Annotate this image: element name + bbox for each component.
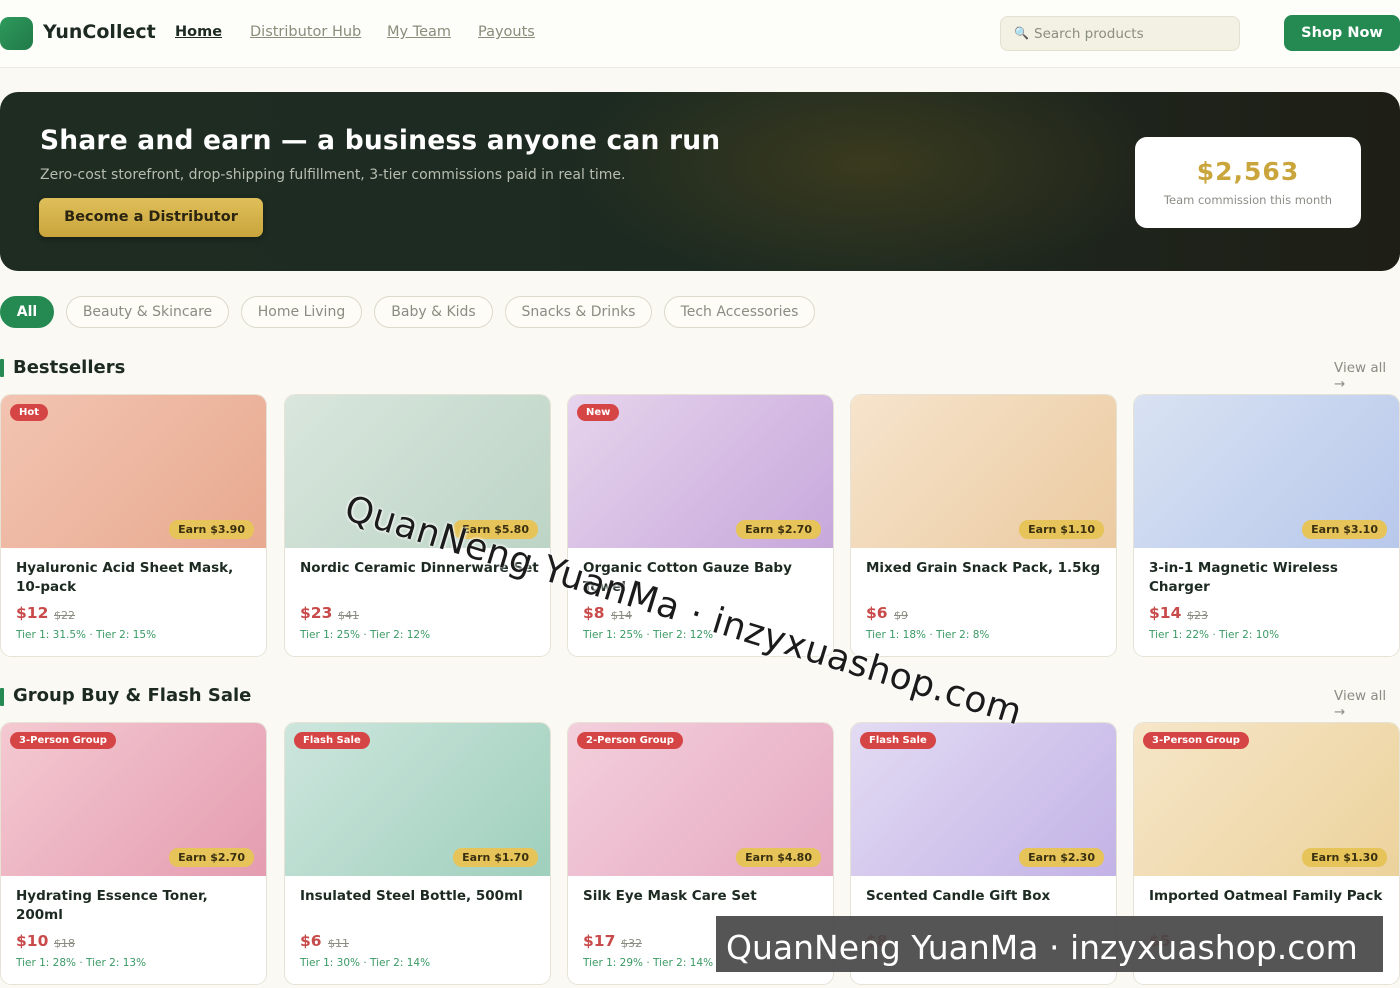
commission-tiers: Tier 1: 30% · Tier 2: 14% <box>300 957 431 969</box>
nav-distributor-hub[interactable]: Distributor Hub <box>250 24 361 40</box>
section-accent-bar <box>0 359 4 377</box>
search-icon: 🔍 <box>1014 26 1029 40</box>
product-card[interactable]: New Earn $2.70 Organic Cotton Gauze Baby T… <box>567 394 834 657</box>
original-price: $41 <box>338 609 359 622</box>
category-all[interactable]: All <box>0 296 54 328</box>
commission-tiers: Tier 1: 25% · Tier 2: 12% <box>300 629 431 641</box>
product-name[interactable]: 3-in-1 Magnetic Wireless Charger <box>1149 559 1389 597</box>
earn-badge: Earn $5.80 <box>453 520 538 539</box>
hero-subtitle: Zero-cost storefront, drop-shipping fulf… <box>40 167 626 183</box>
bestsellers-title: Bestsellers <box>13 357 126 378</box>
earn-badge: Earn $1.10 <box>1019 520 1104 539</box>
product-card[interactable]: Earn $5.80 Nordic Ceramic Dinnerware Set $… <box>284 394 551 657</box>
product-name[interactable]: Insulated Steel Bottle, 500ml <box>300 887 540 906</box>
become-distributor-button[interactable]: Become a Distributor <box>39 198 263 237</box>
commission-tiers: Tier 1: 18% · Tier 2: 8% <box>866 629 990 641</box>
nav-home[interactable]: Home <box>175 24 222 40</box>
product-name[interactable]: Mixed Grain Snack Pack, 1.5kg <box>866 559 1106 578</box>
team-commission-label: Team commission this month <box>1163 193 1333 207</box>
earn-badge: Earn $3.90 <box>169 520 254 539</box>
commission-tiers: Tier 1: 25% · Tier 2: 12% <box>583 629 714 641</box>
product-price: $6 <box>866 604 888 622</box>
earn-badge: Earn $2.30 <box>1019 848 1104 867</box>
team-commission-value: $2,563 <box>1196 157 1300 186</box>
earn-badge: Earn $2.70 <box>736 520 821 539</box>
product-price: $17 <box>583 932 616 950</box>
product-price: $12 <box>16 604 49 622</box>
brand-name[interactable]: YunCollect <box>43 21 156 43</box>
search-input[interactable] <box>1034 17 1234 50</box>
product-name[interactable]: Organic Cotton Gauze Baby Towel <box>583 559 823 597</box>
earn-badge: Earn $1.30 <box>1302 848 1387 867</box>
product-price: $5 <box>1149 932 1171 950</box>
product-badge: New <box>577 404 620 421</box>
earn-badge: Earn $2.70 <box>169 848 254 867</box>
bestsellers-view-all-link[interactable]: View all → <box>1334 360 1400 392</box>
product-name[interactable]: Nordic Ceramic Dinnerware Set <box>300 559 540 578</box>
product-badge: 3-Person Group <box>1143 732 1249 749</box>
product-card[interactable]: 2-Person Group Earn $4.80 Silk Eye Mask Ca… <box>567 722 834 985</box>
earn-badge: Earn $4.80 <box>736 848 821 867</box>
product-name[interactable]: Silk Eye Mask Care Set <box>583 887 823 906</box>
product-badge: 3-Person Group <box>10 732 116 749</box>
product-badge: Hot <box>10 404 49 421</box>
hero-title: Share and earn — a business anyone can r… <box>40 125 721 156</box>
hero-banner: Share and earn — a business anyone can r… <box>0 92 1400 271</box>
commission-tiers: Tier 1: 29% · Tier 2: 14% <box>583 957 714 969</box>
original-price: $23 <box>1187 609 1208 622</box>
product-price: $10 <box>16 932 49 950</box>
category-snacks-drinks[interactable]: Snacks & Drinks <box>505 296 652 328</box>
product-badge: 2-Person Group <box>577 732 683 749</box>
product-card[interactable]: 3-Person Group Earn $2.70 Hydrating Essenc… <box>0 722 267 985</box>
product-card[interactable]: Flash Sale Earn $1.70 Insulated Steel Bott… <box>284 722 551 985</box>
product-price: $14 <box>1149 604 1182 622</box>
commission-tiers: Tier 1: 22% · Tier 2: 10% <box>1149 629 1280 641</box>
original-price: $22 <box>54 609 75 622</box>
product-price: $23 <box>300 604 333 622</box>
product-name[interactable]: Hydrating Essence Toner, 200ml <box>16 887 256 925</box>
product-badge: Flash Sale <box>294 732 370 749</box>
top-header: YunCollect Home Distributor Hub My Team … <box>0 0 1400 68</box>
original-price: $18 <box>54 937 75 950</box>
group-buy-title: Group Buy & Flash Sale <box>13 685 252 706</box>
category-tech-accessories[interactable]: Tech Accessories <box>664 296 815 328</box>
commission-tiers: Tier 1: 31.5% · Tier 2: 15% <box>16 629 157 641</box>
product-badge: Flash Sale <box>860 732 936 749</box>
category-home-living[interactable]: Home Living <box>241 296 362 328</box>
earn-badge: Earn $1.70 <box>453 848 538 867</box>
product-card[interactable]: 3-Person Group Earn $1.30 Imported Oatmeal… <box>1133 722 1400 985</box>
product-name[interactable]: Hyaluronic Acid Sheet Mask, 10-pack <box>16 559 256 597</box>
original-price: $32 <box>621 937 642 950</box>
product-price: $8 <box>583 604 605 622</box>
category-baby-kids[interactable]: Baby & Kids <box>374 296 493 328</box>
search-box[interactable]: 🔍 <box>1000 16 1240 51</box>
product-price: $8 <box>866 932 888 950</box>
product-card[interactable]: Flash Sale Earn $2.30 Scented Candle Gift … <box>850 722 1117 985</box>
original-price: $9 <box>894 609 908 622</box>
original-price: $11 <box>328 937 349 950</box>
group-buy-view-all-link[interactable]: View all → <box>1334 688 1400 720</box>
commission-tiers: Tier 1: 28% · Tier 2: 13% <box>16 957 147 969</box>
brand-logo-icon[interactable] <box>0 17 33 50</box>
nav-payouts[interactable]: Payouts <box>478 24 535 40</box>
product-price: $6 <box>300 932 322 950</box>
product-card[interactable]: Hot Earn $3.90 Hyaluronic Acid Sheet Mask,… <box>0 394 267 657</box>
category-beauty-skincare[interactable]: Beauty & Skincare <box>66 296 229 328</box>
product-name[interactable]: Scented Candle Gift Box <box>866 887 1106 906</box>
original-price: $14 <box>611 609 632 622</box>
product-name[interactable]: Imported Oatmeal Family Pack <box>1149 887 1389 906</box>
earn-badge: Earn $3.10 <box>1302 520 1387 539</box>
team-commission-card: $2,563 Team commission this month <box>1135 137 1361 228</box>
section-accent-bar <box>0 688 4 706</box>
shop-now-button[interactable]: Shop Now <box>1284 15 1400 51</box>
product-card[interactable]: Earn $3.10 3-in-1 Magnetic Wireless Charg… <box>1133 394 1400 657</box>
nav-my-team[interactable]: My Team <box>387 24 451 40</box>
product-card[interactable]: Earn $1.10 Mixed Grain Snack Pack, 1.5kg $… <box>850 394 1117 657</box>
